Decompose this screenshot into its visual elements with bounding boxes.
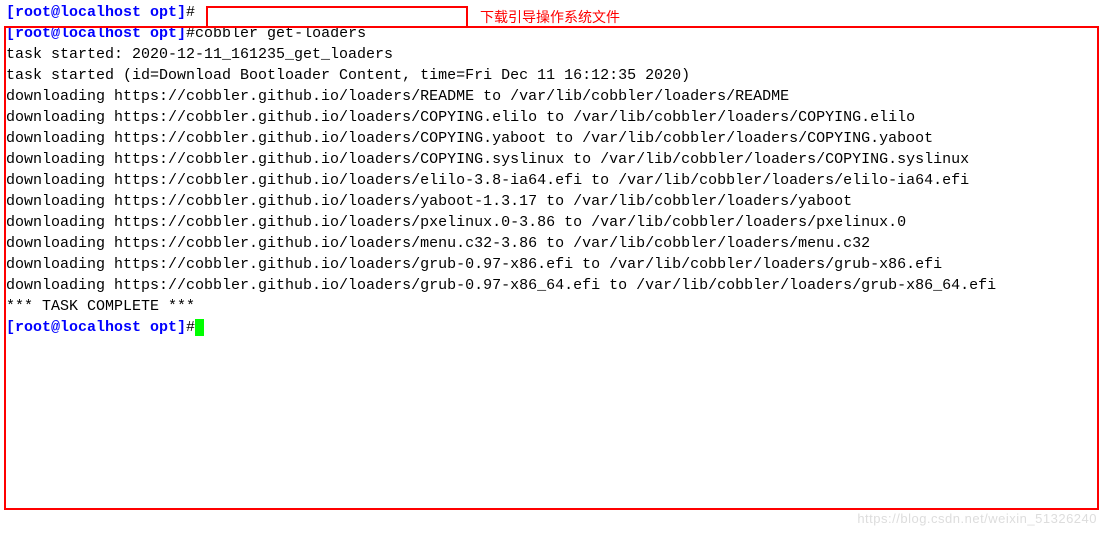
cursor-icon	[195, 319, 204, 336]
output-line: task started (id=Download Bootloader Con…	[6, 65, 1099, 86]
output-line: downloading https://cobbler.github.io/lo…	[6, 149, 1099, 170]
prompt-prefix: [root@localhost opt]	[6, 25, 186, 42]
prompt-prefix: [root@localhost opt]	[6, 4, 186, 21]
prompt-hash: #	[186, 25, 195, 42]
prompt-line-current[interactable]: [root@localhost opt]#	[6, 317, 1099, 338]
output-line: downloading https://cobbler.github.io/lo…	[6, 191, 1099, 212]
annotation-label: 下载引导操作系统文件	[480, 8, 620, 28]
output-line: downloading https://cobbler.github.io/lo…	[6, 170, 1099, 191]
output-line: task started: 2020-12-11_161235_get_load…	[6, 44, 1099, 65]
prompt-prefix: [root@localhost opt]	[6, 319, 186, 336]
output-line: downloading https://cobbler.github.io/lo…	[6, 86, 1099, 107]
terminal-content: [root@localhost opt]# [root@localhost op…	[6, 2, 1099, 338]
output-line: downloading https://cobbler.github.io/lo…	[6, 233, 1099, 254]
output-line: downloading https://cobbler.github.io/lo…	[6, 212, 1099, 233]
output-line: *** TASK COMPLETE ***	[6, 296, 1099, 317]
output-line: downloading https://cobbler.github.io/lo…	[6, 128, 1099, 149]
prompt-hash: #	[186, 319, 195, 336]
output-line: downloading https://cobbler.github.io/lo…	[6, 107, 1099, 128]
prompt-hash: #	[186, 4, 195, 21]
output-line: downloading https://cobbler.github.io/lo…	[6, 254, 1099, 275]
output-line: downloading https://cobbler.github.io/lo…	[6, 275, 1099, 296]
command-text: cobbler get-loaders	[195, 25, 366, 42]
watermark-text: https://blog.csdn.net/weixin_51326240	[857, 510, 1097, 528]
